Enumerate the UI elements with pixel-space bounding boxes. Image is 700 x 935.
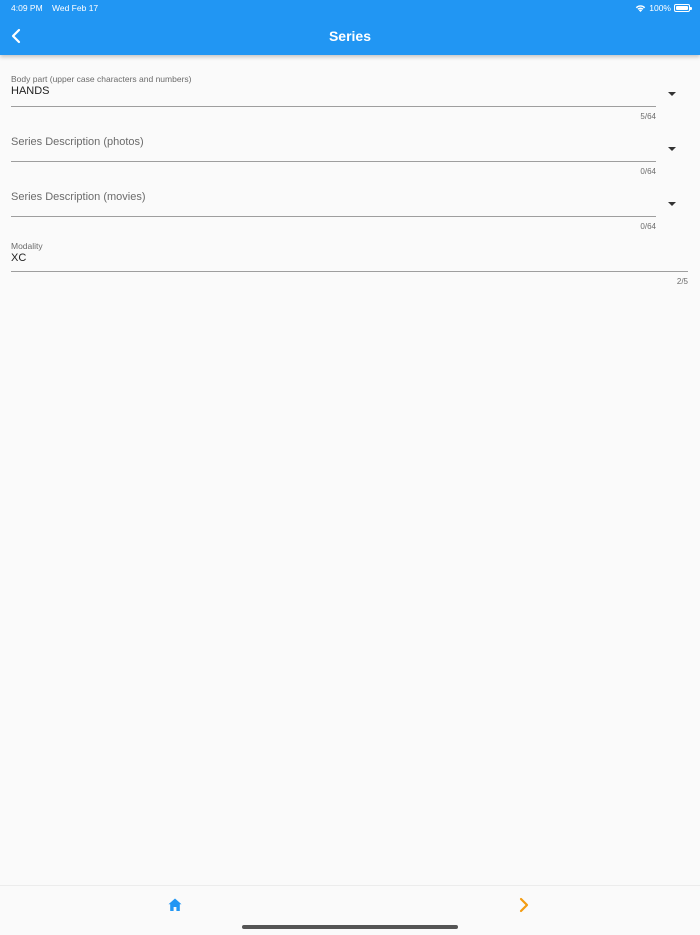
caret-down-icon[interactable] — [668, 202, 676, 206]
series-movies-field[interactable]: Series Description (movies) 0/64 — [11, 189, 656, 235]
home-indicator — [242, 925, 458, 929]
modality-counter: 2/5 — [676, 277, 688, 286]
home-icon — [168, 898, 182, 911]
next-button[interactable] — [515, 896, 533, 914]
body-part-value[interactable]: HANDS — [11, 85, 50, 97]
status-right: 100% — [635, 3, 692, 13]
body-part-underline — [11, 106, 656, 107]
modality-label: Modality — [11, 241, 43, 251]
modality-field[interactable]: Modality XC 2/5 — [11, 239, 688, 291]
modality-underline — [11, 271, 688, 272]
home-button[interactable] — [166, 896, 184, 914]
series-photos-counter: 0/64 — [640, 167, 656, 176]
status-time: 4:09 PM — [11, 3, 43, 13]
caret-down-icon[interactable] — [668, 92, 676, 96]
series-movies-underline — [11, 216, 656, 217]
page-title: Series — [328, 28, 372, 44]
status-date: Wed Feb 17 — [52, 3, 99, 13]
body-part-label: Body part (upper case characters and num… — [11, 74, 192, 84]
battery-icon — [674, 4, 692, 12]
body-part-counter: 5/64 — [640, 112, 656, 121]
status-bar: 4:09 PM Wed Feb 17 100% — [11, 3, 692, 15]
series-photos-label: Series Description (photos) — [11, 136, 144, 148]
wifi-icon — [636, 5, 646, 12]
series-photos-field[interactable]: Series Description (photos) 0/64 — [11, 134, 656, 180]
series-movies-counter: 0/64 — [640, 222, 656, 231]
series-photos-underline — [11, 161, 656, 162]
battery-percentage: 100% — [649, 3, 671, 13]
caret-down-icon[interactable] — [668, 147, 676, 151]
series-movies-label: Series Description (movies) — [11, 191, 146, 203]
bottom-bar — [0, 885, 700, 935]
chevron-right-icon — [519, 897, 529, 913]
body-part-field[interactable]: Body part (upper case characters and num… — [11, 72, 656, 122]
modality-value[interactable]: XC — [11, 252, 26, 264]
app-bar: 4:09 PM Wed Feb 17 100% Series — [0, 0, 700, 55]
